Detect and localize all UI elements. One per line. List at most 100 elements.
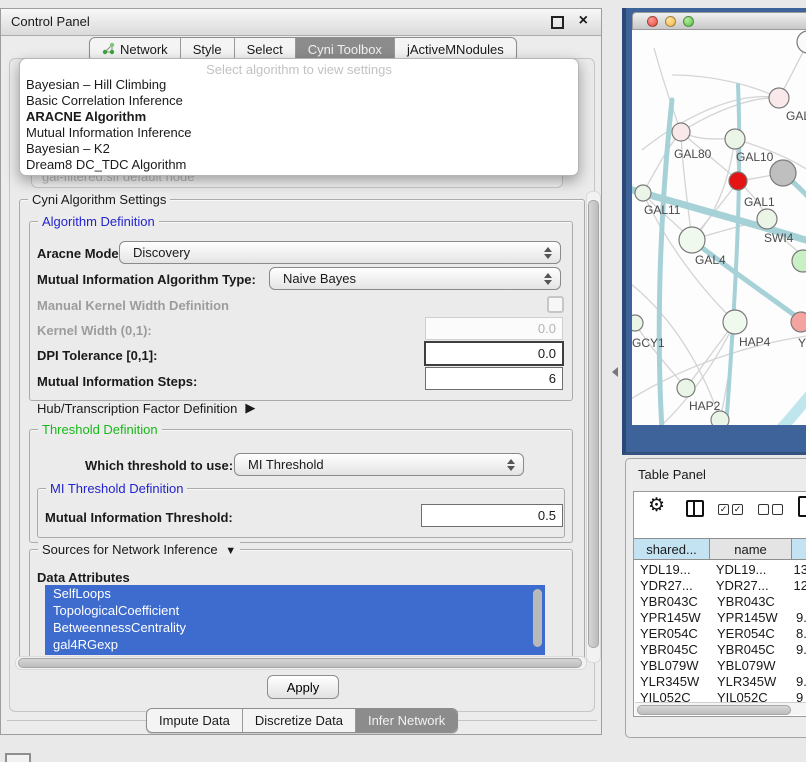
expand-down-icon: ▼ [225,545,236,557]
settings-horizontal-scrollbar-thumb[interactable] [18,658,582,668]
network-node[interactable] [677,379,695,397]
algorithm-option-aracne-algorithm[interactable]: ARACNE Algorithm [20,109,578,125]
spinner-arrows-icon [544,273,554,285]
table-row[interactable]: YDL19...YDL19...13 [634,561,806,577]
network-node[interactable] [757,209,777,229]
column-header-shared-name[interactable]: shared... [634,539,710,559]
network-node[interactable] [723,310,747,334]
attribute-gal4rgexp[interactable]: gal4RGexp [45,636,545,653]
attribute-selfloops[interactable]: SelfLoops [45,585,545,602]
algorithm-option-bayesian-k2[interactable]: Bayesian – K2 [20,141,578,157]
column-header-partial[interactable] [792,539,806,559]
algorithm-definition-title: Algorithm Definition [38,214,159,229]
table-row[interactable]: YER054CYER054C8. [634,625,806,641]
spinner-arrows-icon [507,459,517,471]
node-label: HAP4 [739,335,771,349]
minimized-panel-icon[interactable] [5,753,31,762]
which-threshold-select[interactable]: MI Threshold [234,453,524,476]
cell-value: 9 [792,690,806,704]
checked-boxes-icon[interactable]: ✓ ✓ [718,504,743,515]
sources-title-text: Sources for Network Inference [42,542,218,557]
cell-shared-name: YLR345W [634,674,710,689]
data-attributes-list[interactable]: SelfLoopsTopologicalCoefficientBetweenne… [45,585,545,655]
panel-collapse-grip[interactable] [612,367,618,377]
float-window-icon[interactable] [551,16,564,29]
table-row[interactable]: YBR043CYBR043C [634,593,806,609]
network-node[interactable] [797,31,806,53]
settings-horizontal-scrollbar[interactable] [15,656,587,670]
network-node[interactable] [679,227,705,253]
manual-kernel-width-checkbox[interactable] [547,296,564,313]
network-node[interactable] [729,172,747,190]
algorithm-dropdown[interactable]: Select algorithm to view settings Bayesi… [19,58,579,176]
gear-icon[interactable]: ⚙ [648,494,665,517]
node-label: GAL11 [644,203,681,217]
tab-discretize-data[interactable]: Discretize Data [243,709,356,732]
cell-value: 12 [790,578,806,593]
collapse-right-icon: ▶ [245,400,255,416]
node-label: GAL4 [695,253,726,267]
attribute-topologicalcoefficient[interactable]: TopologicalCoefficient [45,602,545,619]
cell-name: YBR043C [710,594,792,609]
table-row[interactable]: YDR27...YDR27...12 [634,577,806,593]
algorithm-option-mutual-information-inference[interactable]: Mutual Information Inference [20,125,578,141]
network-node[interactable] [791,312,806,332]
kernel-width-field[interactable]: 0.0 [425,317,563,340]
settings-vertical-scrollbar-thumb[interactable] [588,200,599,648]
mi-steps-field[interactable]: 6 [425,367,563,390]
cell-shared-name: YBR045C [634,642,710,657]
control-panel-titlebar[interactable]: Control Panel × [1,9,601,36]
control-panel-title: Control Panel [11,14,90,29]
apply-button[interactable]: Apply [267,675,339,699]
network-node[interactable] [635,185,651,201]
sources-title[interactable]: Sources for Network Inference ▼ [38,542,240,557]
algorithm-option-basic-correlation-inference[interactable]: Basic Correlation Inference [20,93,578,109]
columns-icon[interactable] [686,500,704,517]
unchecked-boxes-icon[interactable] [758,504,783,515]
network-node[interactable] [711,411,729,425]
settings-vertical-scrollbar[interactable] [586,191,601,663]
network-node[interactable] [632,315,643,331]
checkbox-checked-icon: ✓ [718,504,729,515]
close-traffic-light[interactable] [647,16,658,27]
table-row[interactable]: YIL052CYIL052C9 [634,689,806,703]
cell-value: 9. [792,610,806,625]
attributes-scrollbar-thumb[interactable] [533,589,542,647]
table-row[interactable]: YLR345WYLR345W9. [634,673,806,689]
tab-network-label: Network [120,42,168,57]
network-node[interactable] [792,250,806,272]
cell-value: 13 [790,562,806,577]
table-row[interactable]: YPR145WYPR145W9. [634,609,806,625]
algorithm-option-dream8-dc-tdc-algorithm[interactable]: Dream8 DC_TDC Algorithm [20,157,578,173]
table-row[interactable]: YBR045CYBR045C9. [634,641,806,657]
zoom-traffic-light[interactable] [683,16,694,27]
tab-impute-data[interactable]: Impute Data [147,709,243,732]
cell-value: 8. [792,626,806,641]
mi-algorithm-type-select[interactable]: Naive Bayes [269,267,561,290]
close-icon[interactable]: × [579,12,588,30]
network-node[interactable] [725,129,745,149]
tab-infer-network[interactable]: Infer Network [356,709,457,732]
network-window-titlebar[interactable] [632,12,806,30]
table-horizontal-scrollbar-thumb[interactable] [637,705,791,715]
mi-steps-label: Mutual Information Steps: [37,374,197,389]
hub-definition-toggle[interactable]: Hub/Transcription Factor Definition ▶ [37,400,255,416]
document-icon[interactable] [798,496,806,517]
network-node[interactable] [672,123,690,141]
table-row[interactable]: YBL079WYBL079W [634,657,806,673]
cell-shared-name: YDL19... [634,562,709,577]
tab-impute-data-label: Impute Data [159,713,230,728]
aracne-mode-select[interactable]: Discovery [119,241,561,264]
network-node[interactable] [770,160,796,186]
algorithm-option-bayesian-hill-climbing[interactable]: Bayesian – Hill Climbing [20,77,578,93]
dpi-tolerance-field[interactable]: 0.0 [424,341,564,366]
network-node[interactable] [769,88,789,108]
mi-threshold-field[interactable]: 0.5 [421,504,563,527]
tab-cyni-toolbox-label: Cyni Toolbox [308,42,382,57]
network-icon [102,42,115,55]
attribute-betweennesscentrality[interactable]: BetweennessCentrality [45,619,545,636]
minimize-traffic-light[interactable] [665,16,676,27]
column-header-name[interactable]: name [710,539,792,559]
network-canvas[interactable]: GALGAL80GAL10GAL11GAL1SWI4GAL4GCY1HAP4YH… [632,30,806,425]
table-horizontal-scrollbar[interactable] [635,702,806,715]
